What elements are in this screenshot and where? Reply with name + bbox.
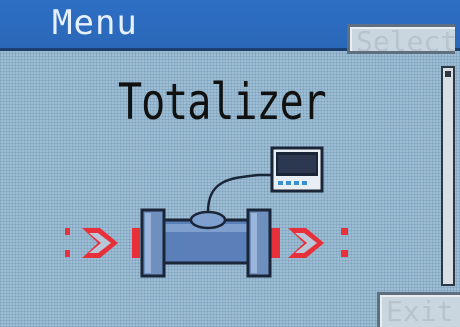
flow-arrow-right-icon: [270, 228, 348, 258]
exit-softkey[interactable]: Exit: [377, 292, 460, 327]
flow-arrow-left-icon: [65, 228, 140, 258]
pipe-flow-meter-icon: [65, 146, 348, 278]
scrollbar[interactable]: [441, 66, 455, 286]
pipe-icon: [140, 208, 272, 278]
scroll-thumb[interactable]: [445, 71, 451, 77]
lcd-screen: Menu Select Totalizer Exit: [0, 0, 460, 327]
cable-icon: [206, 173, 275, 213]
transmitter-display-icon: [270, 146, 324, 193]
